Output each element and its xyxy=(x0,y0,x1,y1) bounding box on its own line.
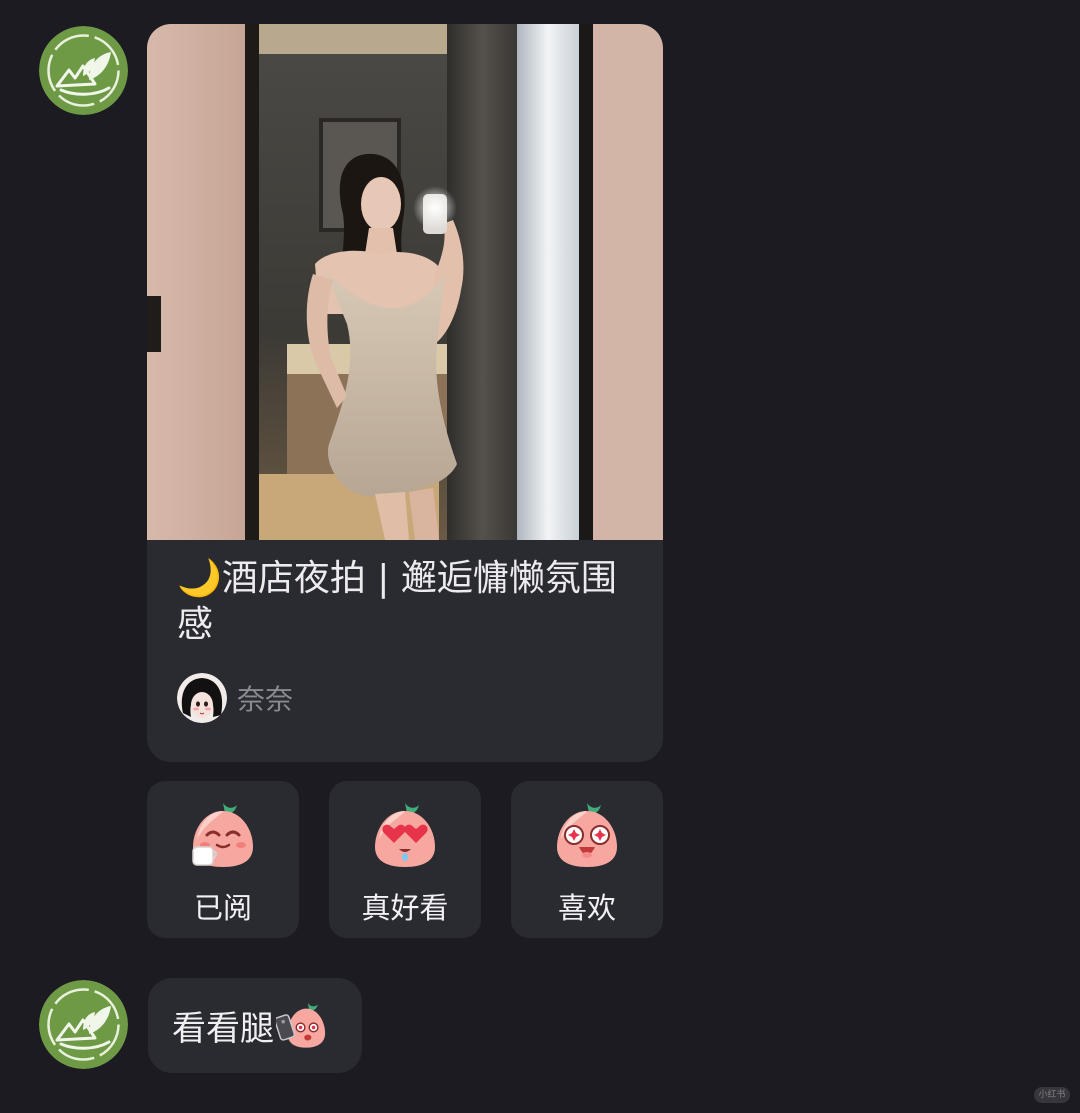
reaction-button-read[interactable]: 已阅 xyxy=(147,781,299,938)
sender-avatar[interactable] xyxy=(39,26,128,115)
reaction-button-looks-great[interactable]: 真好看 xyxy=(329,781,481,938)
peach-star-eyes-emoji-icon xyxy=(551,799,623,871)
tea-leaf-logo-icon xyxy=(39,26,128,115)
peach-phone-emoji-icon xyxy=(276,1000,328,1052)
shared-note-card[interactable]: 🌙酒店夜拍 | 邂逅慵懒氛围感 奈奈 xyxy=(147,24,663,762)
author-name: 奈奈 xyxy=(237,683,294,716)
note-author[interactable]: 奈奈 xyxy=(177,673,293,723)
reaction-button-like[interactable]: 喜欢 xyxy=(511,781,663,938)
reaction-label: 已阅 xyxy=(193,891,252,925)
author-avatar[interactable] xyxy=(177,673,227,723)
note-cover-image[interactable] xyxy=(147,24,663,540)
tea-leaf-logo-icon xyxy=(39,980,128,1069)
reaction-label: 喜欢 xyxy=(557,891,616,925)
watermark: 小红书 xyxy=(1034,1087,1070,1103)
text-message-bubble[interactable]: 看看腿 xyxy=(148,978,362,1073)
message-text: 看看腿 xyxy=(172,1009,274,1049)
sender-avatar[interactable] xyxy=(39,980,128,1069)
peach-tea-emoji-icon xyxy=(187,799,259,871)
peach-heart-eyes-emoji-icon xyxy=(369,799,441,871)
reaction-label: 真好看 xyxy=(361,891,449,925)
note-title: 🌙酒店夜拍 | 邂逅慵懒氛围感 xyxy=(177,558,617,645)
